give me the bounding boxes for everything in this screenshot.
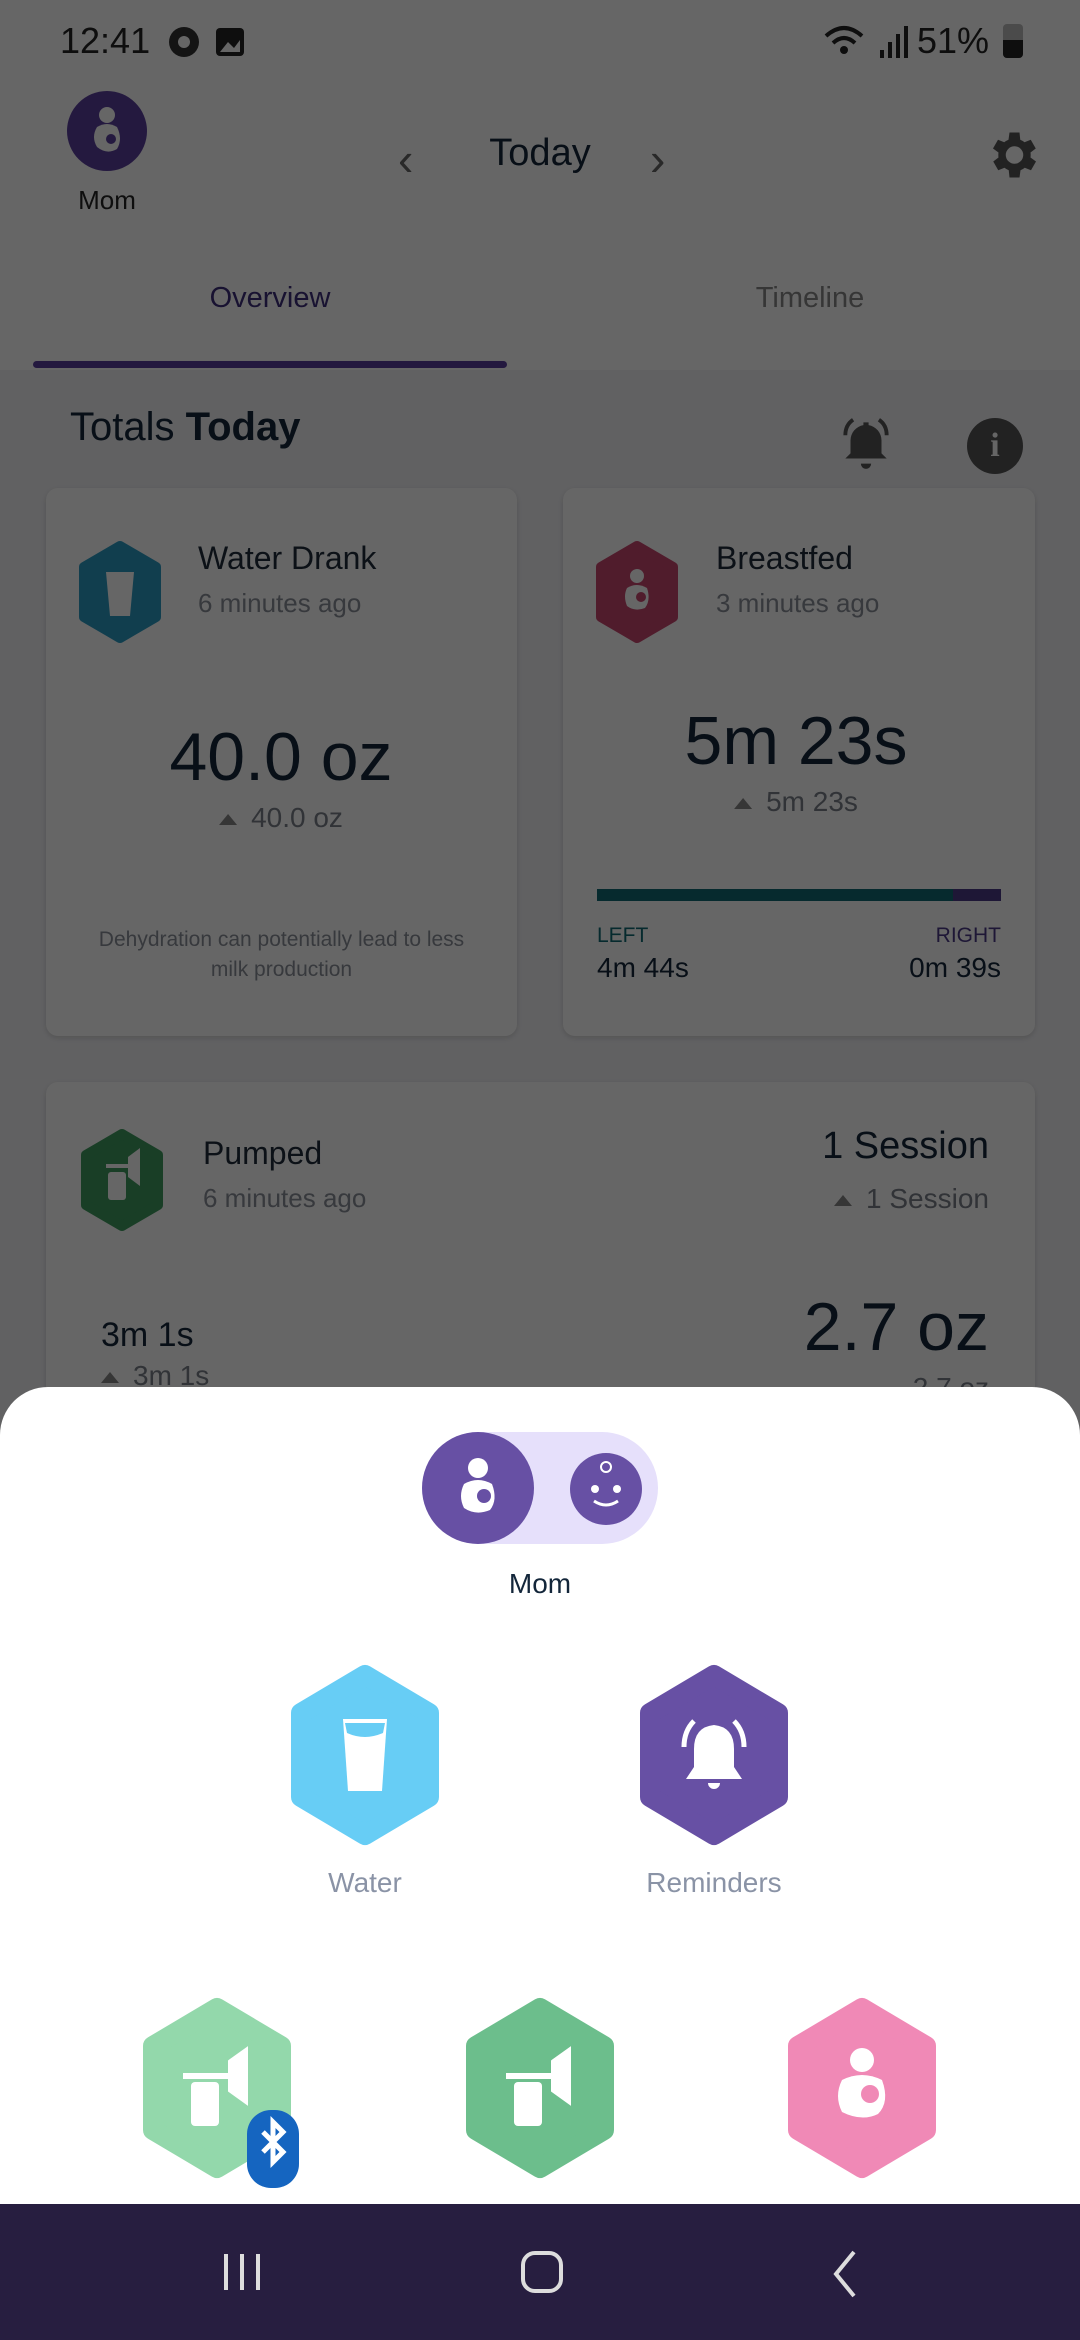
battery-icon <box>1003 24 1023 58</box>
water-card-value: 40.0 oz <box>169 719 393 795</box>
profile-label: Mom <box>78 185 136 215</box>
selected-profile-label: Mom <box>508 1568 572 1599</box>
water-icon <box>291 1665 439 1845</box>
reminders-label: Reminders <box>646 1867 782 1898</box>
sessions-delta-value: 1 Session <box>866 1183 989 1214</box>
breastfed-card-time: 3 minutes ago <box>716 588 880 618</box>
left-value: 4m 44s <box>597 952 689 983</box>
info-icon[interactable]: i <box>967 418 1023 474</box>
battery-percent: 51% <box>917 20 990 61</box>
status-notification-icons <box>169 27 244 57</box>
water-card-time: 6 minutes ago <box>198 588 362 618</box>
water-action-button[interactable]: Water <box>285 1659 445 1919</box>
wifi-signal-icon <box>824 26 908 58</box>
date-label: Today <box>489 132 591 174</box>
active-tab-indicator <box>33 361 507 368</box>
totals-suffix: Today <box>185 405 301 449</box>
pumped-card-title: Pumped <box>203 1135 323 1171</box>
back-button[interactable] <box>830 2250 860 2298</box>
water-card-title: Water Drank <box>198 540 377 576</box>
mom-icon <box>94 107 120 152</box>
totals-prefix: Totals <box>70 405 175 449</box>
water-card-delta: 40.0 oz <box>219 802 343 834</box>
left-side-fill <box>597 889 953 901</box>
toggle-baby-button[interactable] <box>570 1453 642 1525</box>
breastfeeding-icon <box>788 1998 936 2178</box>
smartpump-icon <box>143 1998 299 2188</box>
tab-timeline[interactable]: Timeline <box>756 282 865 315</box>
breastfed-delta-value: 5m 23s <box>766 786 858 817</box>
breastfeeding-icon <box>596 541 678 643</box>
profile-avatar[interactable] <box>67 91 147 171</box>
bluetooth-badge-icon <box>247 2110 299 2188</box>
right-label: RIGHT <box>935 924 1001 947</box>
pumped-sessions-delta: 1 Session <box>834 1183 989 1215</box>
water-delta-value: 40.0 oz <box>251 802 343 833</box>
status-time: 12:41 <box>60 20 151 61</box>
totals-heading: Totals Today <box>70 405 300 450</box>
toggle-mom-button[interactable] <box>422 1432 534 1544</box>
water-glass-icon <box>79 541 161 643</box>
water-label: Water <box>328 1867 402 1898</box>
side-split-bar <box>597 889 1001 901</box>
reminder-bell-icon[interactable] <box>835 412 897 474</box>
non-smartpump-icon <box>466 1998 614 2178</box>
home-button[interactable] <box>520 2250 564 2294</box>
pumped-sessions: 1 Session <box>822 1125 989 1167</box>
reminders-action-button[interactable]: Reminders <box>634 1659 794 1919</box>
breastfed-card-title: Breastfed <box>716 540 853 576</box>
breastfed-card-delta: 5m 23s <box>734 786 858 818</box>
next-day-button[interactable]: › <box>650 132 665 186</box>
tab-overview[interactable]: Overview <box>210 282 331 315</box>
reminders-icon <box>640 1665 788 1845</box>
pumped-volume: 2.7 oz <box>803 1289 989 1365</box>
water-card-note: Dehydration can potentially lead to less… <box>98 928 465 981</box>
right-value: 0m 39s <box>909 952 1001 983</box>
left-label: LEFT <box>597 924 649 947</box>
pump-icon <box>81 1129 163 1231</box>
breastfed-card-value: 5m 23s <box>684 703 908 779</box>
pumped-card-time: 6 minutes ago <box>203 1183 367 1213</box>
pumped-duration: 3m 1s <box>101 1316 194 1354</box>
recent-apps-button[interactable] <box>220 2250 264 2294</box>
previous-day-button[interactable]: ‹ <box>398 132 413 186</box>
settings-gear-icon[interactable] <box>982 125 1042 185</box>
